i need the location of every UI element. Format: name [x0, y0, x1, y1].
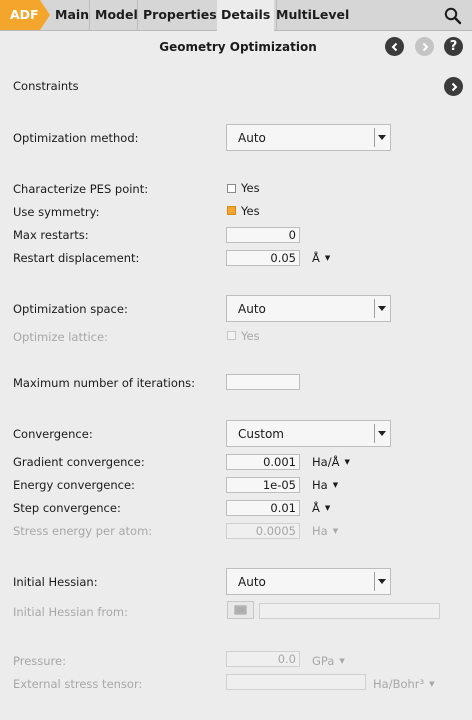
optimization-method-select[interactable]: Auto: [226, 124, 391, 151]
constraints-label[interactable]: Constraints: [13, 79, 79, 93]
browse-file-button[interactable]: [227, 601, 254, 619]
tab-properties[interactable]: Properties: [141, 0, 218, 30]
step-convergence-unit: Å: [312, 501, 320, 515]
caret-down-icon: ▼: [339, 657, 345, 665]
pressure-input[interactable]: 0.0: [226, 651, 300, 667]
caret-down-icon: ▼: [332, 481, 339, 489]
chevron-left-icon: [391, 42, 397, 51]
tab-main[interactable]: Main: [55, 0, 90, 30]
chevron-down-icon: [378, 431, 386, 436]
caret-down-icon: ▼: [332, 527, 339, 535]
stress-energy-input[interactable]: 0.0005: [226, 523, 300, 539]
energy-convergence-label: Energy convergence:: [13, 478, 135, 492]
restart-displacement-unit: Å: [312, 251, 320, 265]
convergence-select[interactable]: Custom: [226, 420, 391, 447]
caret-down-icon: ▼: [324, 254, 331, 262]
energy-convergence-input[interactable]: 1e-05: [226, 477, 300, 493]
energy-convergence-unit: Ha: [312, 478, 328, 492]
tab-model[interactable]: Model: [95, 0, 138, 30]
max-restarts-input[interactable]: 0: [226, 227, 300, 243]
initial-hessian-from-input[interactable]: [259, 603, 440, 619]
restart-displacement-input[interactable]: 0.05: [226, 250, 300, 266]
folder-icon: [234, 605, 247, 615]
restart-displacement-unit-selector[interactable]: Å ▼: [312, 251, 330, 265]
caret-down-icon: ▼: [429, 680, 435, 688]
stress-energy-label: Stress energy per atom:: [13, 524, 153, 538]
optimize-lattice-checkbox-label: Yes: [241, 329, 260, 343]
dropdown-divider: [374, 424, 375, 443]
optimization-space-label: Optimization space:: [13, 302, 128, 316]
initial-hessian-label: Initial Hessian:: [13, 575, 98, 589]
optimization-space-value: Auto: [238, 302, 266, 316]
dropdown-divider: [374, 128, 375, 147]
energy-convergence-unit-selector[interactable]: Ha ▼: [312, 478, 338, 492]
help-button[interactable]: ?: [444, 37, 463, 56]
question-mark-icon: ?: [449, 39, 458, 54]
chevron-right-icon: [422, 42, 428, 51]
gradient-convergence-label: Gradient convergence:: [13, 455, 145, 469]
gradient-convergence-input[interactable]: 0.001: [226, 454, 300, 470]
optimization-method-value: Auto: [238, 131, 266, 145]
restart-displacement-label: Restart displacement:: [13, 251, 140, 265]
convergence-value: Custom: [238, 427, 284, 441]
tab-details[interactable]: Details: [217, 0, 277, 31]
tab-multilevel[interactable]: MultiLevel: [276, 0, 356, 30]
gradient-convergence-unit-selector[interactable]: Ha/Å ▼: [312, 455, 350, 469]
search-icon[interactable]: [443, 6, 463, 26]
characterize-pes-checkbox[interactable]: [227, 184, 236, 193]
caret-down-icon: ▼: [324, 504, 331, 512]
caret-down-icon: ▼: [344, 458, 350, 466]
dropdown-divider: [374, 572, 375, 591]
forward-button[interactable]: [415, 37, 434, 56]
max-iterations-label: Maximum number of iterations:: [13, 376, 196, 390]
initial-hessian-value: Auto: [238, 575, 266, 589]
external-stress-label: External stress tensor:: [13, 677, 143, 691]
back-button[interactable]: [385, 37, 404, 56]
dropdown-divider: [374, 299, 375, 318]
chevron-down-icon: [378, 135, 386, 140]
use-symmetry-checkbox-label[interactable]: Yes: [241, 204, 260, 218]
external-stress-input[interactable]: [226, 674, 366, 690]
tab-bar: ADF Main Model Properties Details MultiL…: [0, 0, 472, 31]
step-convergence-unit-selector[interactable]: Å ▼: [312, 501, 330, 515]
max-restarts-label: Max restarts:: [13, 228, 89, 242]
characterize-pes-checkbox-label[interactable]: Yes: [241, 181, 260, 195]
pressure-label: Pressure:: [13, 654, 66, 668]
optimization-space-select[interactable]: Auto: [226, 295, 391, 322]
optimization-method-label: Optimization method:: [13, 131, 139, 145]
chevron-down-icon: [378, 306, 386, 311]
chevron-right-icon: [451, 82, 457, 91]
external-stress-unit-selector: Ha/Bohr³ ▼: [373, 677, 435, 691]
initial-hessian-from-label: Initial Hessian from:: [13, 605, 129, 619]
constraints-open-button[interactable]: [444, 77, 463, 96]
step-convergence-input[interactable]: 0.01: [226, 500, 300, 516]
optimize-lattice-checkbox[interactable]: [227, 331, 236, 340]
max-iterations-input[interactable]: [226, 374, 300, 390]
stress-energy-unit: Ha: [312, 524, 328, 538]
tab-adf[interactable]: ADF: [0, 0, 50, 30]
stress-energy-unit-selector: Ha ▼: [312, 524, 338, 538]
chevron-down-icon: [378, 579, 386, 584]
optimize-lattice-label: Optimize lattice:: [13, 330, 108, 344]
external-stress-unit: Ha/Bohr³: [373, 677, 425, 691]
use-symmetry-checkbox[interactable]: [227, 206, 236, 215]
initial-hessian-select[interactable]: Auto: [226, 568, 391, 595]
use-symmetry-label: Use symmetry:: [13, 205, 100, 219]
characterize-pes-label: Characterize PES point:: [13, 182, 149, 196]
step-convergence-label: Step convergence:: [13, 501, 121, 515]
convergence-label: Convergence:: [13, 427, 93, 441]
gradient-convergence-unit: Ha/Å: [312, 455, 340, 469]
pressure-unit: GPa: [312, 654, 335, 668]
pressure-unit-selector: GPa ▼: [312, 654, 345, 668]
